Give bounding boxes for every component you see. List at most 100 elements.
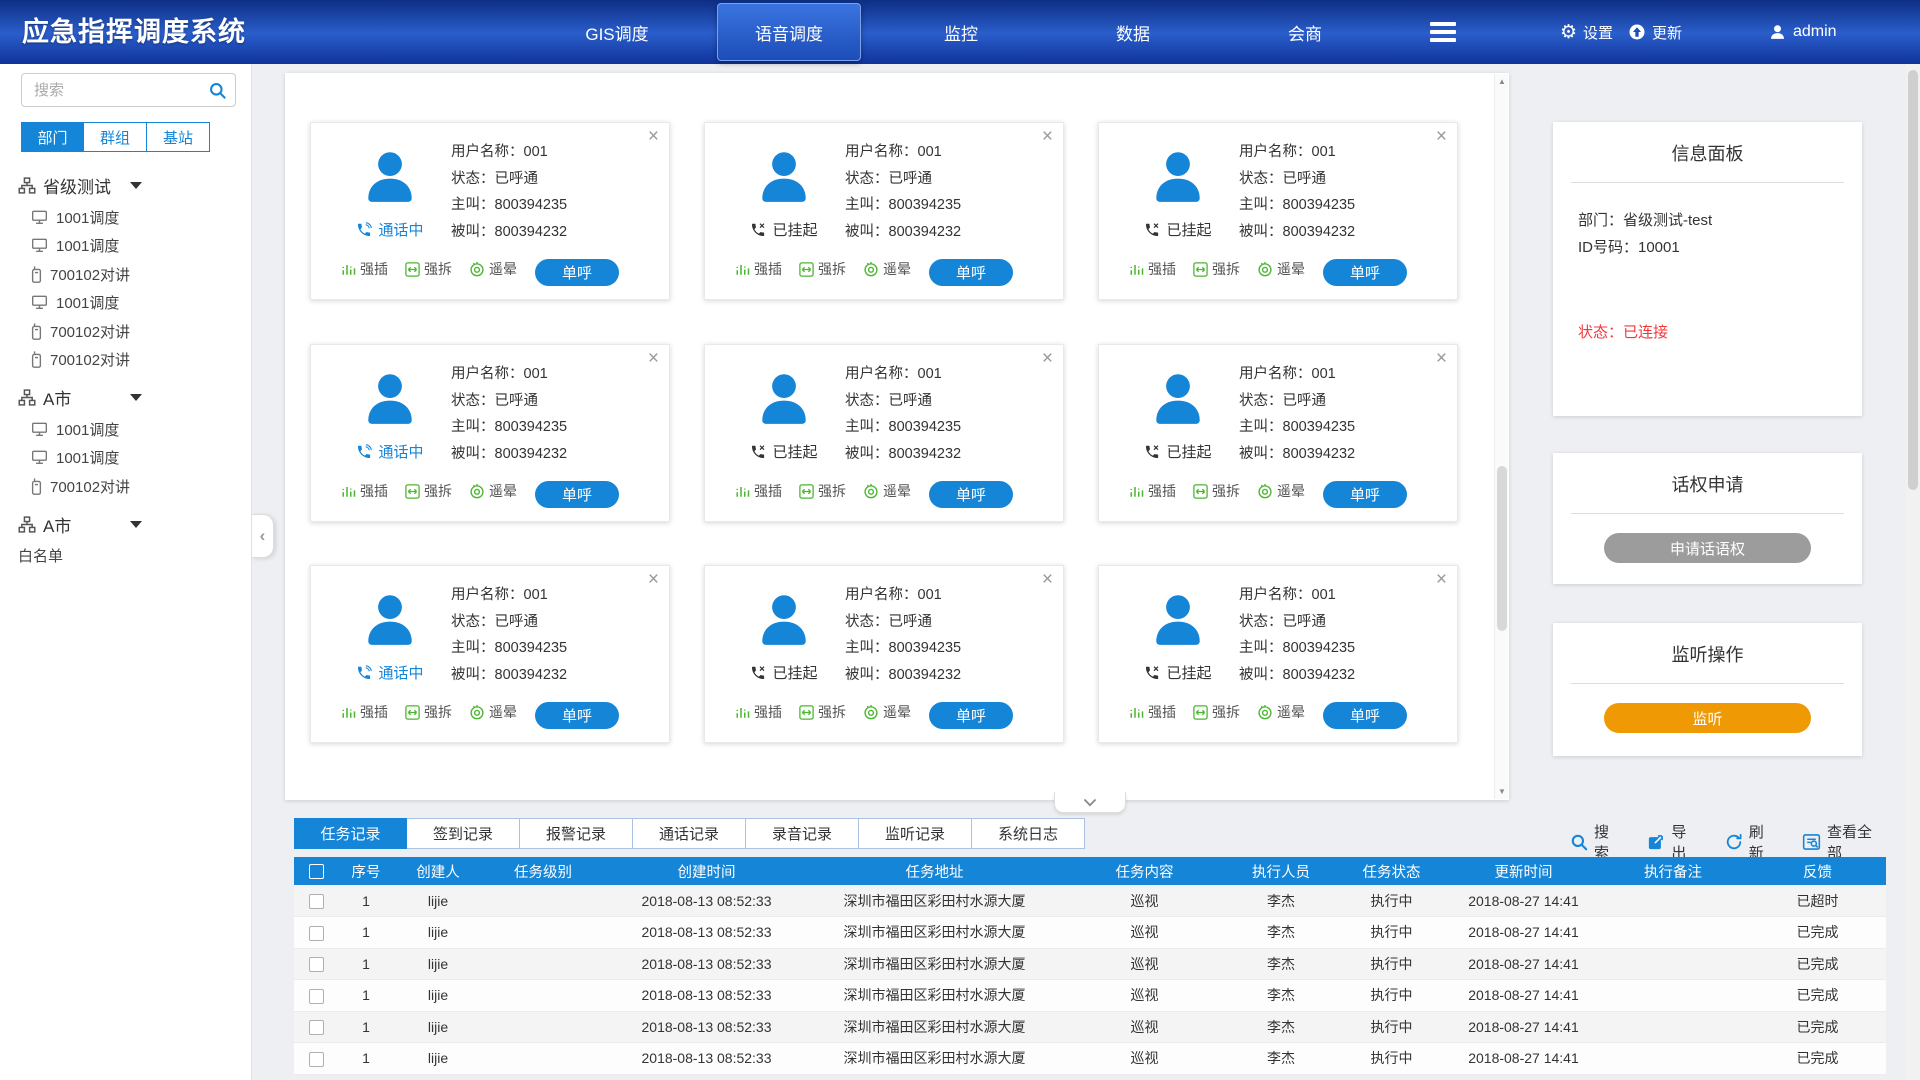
caret-down-icon[interactable]	[130, 182, 142, 189]
row-checkbox[interactable]	[309, 1020, 324, 1035]
records-tab[interactable]: 系统日志	[972, 818, 1085, 849]
settings-button[interactable]: ⚙ 设置	[1560, 0, 1613, 64]
sidebar-tab[interactable]: 群组	[84, 122, 147, 152]
force-insert-button[interactable]: 强插	[341, 259, 388, 279]
row-checkbox[interactable]	[309, 926, 324, 941]
force-insert-button[interactable]: 强插	[341, 481, 388, 501]
remote-stun-button[interactable]: 遥晕	[863, 259, 911, 279]
single-call-button[interactable]: 单呼	[929, 259, 1013, 286]
records-tab[interactable]: 通话记录	[633, 818, 746, 849]
force-release-button[interactable]: 强拆	[1193, 702, 1240, 722]
force-release-button[interactable]: 强拆	[799, 259, 846, 279]
force-release-button[interactable]: 强拆	[1193, 259, 1240, 279]
close-icon[interactable]: ×	[1042, 570, 1053, 589]
close-icon[interactable]: ×	[1042, 127, 1053, 146]
force-insert-button[interactable]: 强插	[341, 702, 388, 722]
single-call-button[interactable]: 单呼	[929, 702, 1013, 729]
scroll-up-arrow-icon[interactable]: ▲	[1495, 74, 1509, 89]
page-scrollbar[interactable]	[1906, 64, 1920, 1080]
close-icon[interactable]: ×	[648, 127, 659, 146]
single-call-button[interactable]: 单呼	[929, 481, 1013, 508]
row-checkbox[interactable]	[309, 957, 324, 972]
force-insert-button[interactable]: 强插	[735, 702, 782, 722]
force-insert-button[interactable]: 强插	[735, 259, 782, 279]
force-release-button[interactable]: 强拆	[799, 702, 846, 722]
tree-item[interactable]: 1001调度	[18, 415, 247, 444]
records-tab[interactable]: 任务记录	[294, 818, 407, 849]
close-icon[interactable]: ×	[1042, 349, 1053, 368]
force-release-button[interactable]: 强拆	[799, 481, 846, 501]
remote-stun-button[interactable]: 遥晕	[469, 702, 517, 722]
records-tab[interactable]: 录音记录	[746, 818, 859, 849]
tree-group[interactable]: 省级测试	[18, 168, 247, 203]
single-call-button[interactable]: 单呼	[535, 481, 619, 508]
nav-tab[interactable]: GIS调度	[531, 0, 703, 64]
call-status: 通话中	[311, 662, 469, 683]
close-icon[interactable]: ×	[1436, 349, 1447, 368]
tree-item[interactable]: 1001调度	[18, 232, 247, 261]
scrollbar-thumb[interactable]	[1497, 466, 1507, 631]
single-call-button[interactable]: 单呼	[1323, 481, 1407, 508]
row-checkbox[interactable]	[309, 894, 324, 909]
scroll-down-arrow-icon[interactable]: ▼	[1495, 784, 1509, 799]
force-insert-button[interactable]: 强插	[1129, 259, 1176, 279]
records-tab[interactable]: 监听记录	[859, 818, 972, 849]
monitor-button[interactable]: 监听	[1604, 703, 1811, 733]
tree-group[interactable]: A市	[18, 380, 247, 415]
close-icon[interactable]: ×	[648, 349, 659, 368]
search-input[interactable]	[21, 73, 236, 107]
force-insert-button[interactable]: 强插	[1129, 481, 1176, 501]
tree-item[interactable]: 白名单	[18, 542, 247, 571]
nav-tab[interactable]: 数据	[1047, 0, 1219, 64]
single-call-button[interactable]: 单呼	[535, 702, 619, 729]
tree-item[interactable]: 700102对讲	[18, 346, 247, 375]
row-checkbox[interactable]	[309, 1052, 324, 1067]
update-button[interactable]: 更新	[1628, 0, 1682, 64]
remote-stun-button[interactable]: 遥晕	[1257, 702, 1305, 722]
request-floor-button[interactable]: 申请话语权	[1604, 533, 1811, 563]
nav-tab[interactable]: 会商	[1219, 0, 1391, 64]
remote-stun-button[interactable]: 遥晕	[863, 481, 911, 501]
user-menu[interactable]: admin	[1768, 0, 1837, 64]
tree-item[interactable]: 1001调度	[18, 203, 247, 232]
tree-item[interactable]: 700102对讲	[18, 260, 247, 289]
force-release-button[interactable]: 强拆	[1193, 481, 1240, 501]
caret-down-icon[interactable]	[130, 394, 142, 401]
records-tab[interactable]: 签到记录	[407, 818, 520, 849]
panel-expand-handle[interactable]	[1054, 792, 1126, 813]
row-checkbox[interactable]	[309, 989, 324, 1004]
tree-item[interactable]: 700102对讲	[18, 472, 247, 501]
remote-stun-button[interactable]: 遥晕	[469, 481, 517, 501]
tree-item[interactable]: 1001调度	[18, 289, 247, 318]
tree-group[interactable]: A市	[18, 507, 247, 542]
search-icon[interactable]	[208, 81, 227, 100]
nav-tab[interactable]: 语音调度	[703, 0, 875, 64]
sidebar-collapse-handle[interactable]: ‹	[252, 514, 274, 558]
nav-tab[interactable]: 监控	[875, 0, 1047, 64]
caret-down-icon[interactable]	[130, 521, 142, 528]
close-icon[interactable]: ×	[1436, 127, 1447, 146]
force-insert-button[interactable]: 强插	[1129, 702, 1176, 722]
remote-stun-button[interactable]: 遥晕	[1257, 259, 1305, 279]
remote-stun-button[interactable]: 遥晕	[863, 702, 911, 722]
single-call-button[interactable]: 单呼	[1323, 259, 1407, 286]
force-insert-button[interactable]: 强插	[735, 481, 782, 501]
sidebar-tab[interactable]: 基站	[147, 122, 210, 152]
sidebar-tab[interactable]: 部门	[21, 122, 84, 152]
single-call-button[interactable]: 单呼	[1323, 702, 1407, 729]
cell-content: 巡视	[1060, 1011, 1229, 1043]
close-icon[interactable]: ×	[1436, 570, 1447, 589]
close-icon[interactable]: ×	[648, 570, 659, 589]
page-scrollbar-thumb[interactable]	[1908, 70, 1918, 490]
single-call-button[interactable]: 单呼	[535, 259, 619, 286]
remote-stun-button[interactable]: 遥晕	[1257, 481, 1305, 501]
tree-item[interactable]: 700102对讲	[18, 317, 247, 346]
records-tab[interactable]: 报警记录	[520, 818, 633, 849]
force-release-button[interactable]: 强拆	[405, 702, 452, 722]
menu-icon[interactable]	[1430, 22, 1456, 46]
tree-item[interactable]: 1001调度	[18, 444, 247, 473]
force-release-button[interactable]: 强拆	[405, 481, 452, 501]
force-release-button[interactable]: 强拆	[405, 259, 452, 279]
remote-stun-button[interactable]: 遥晕	[469, 259, 517, 279]
select-all-checkbox[interactable]	[309, 864, 324, 879]
